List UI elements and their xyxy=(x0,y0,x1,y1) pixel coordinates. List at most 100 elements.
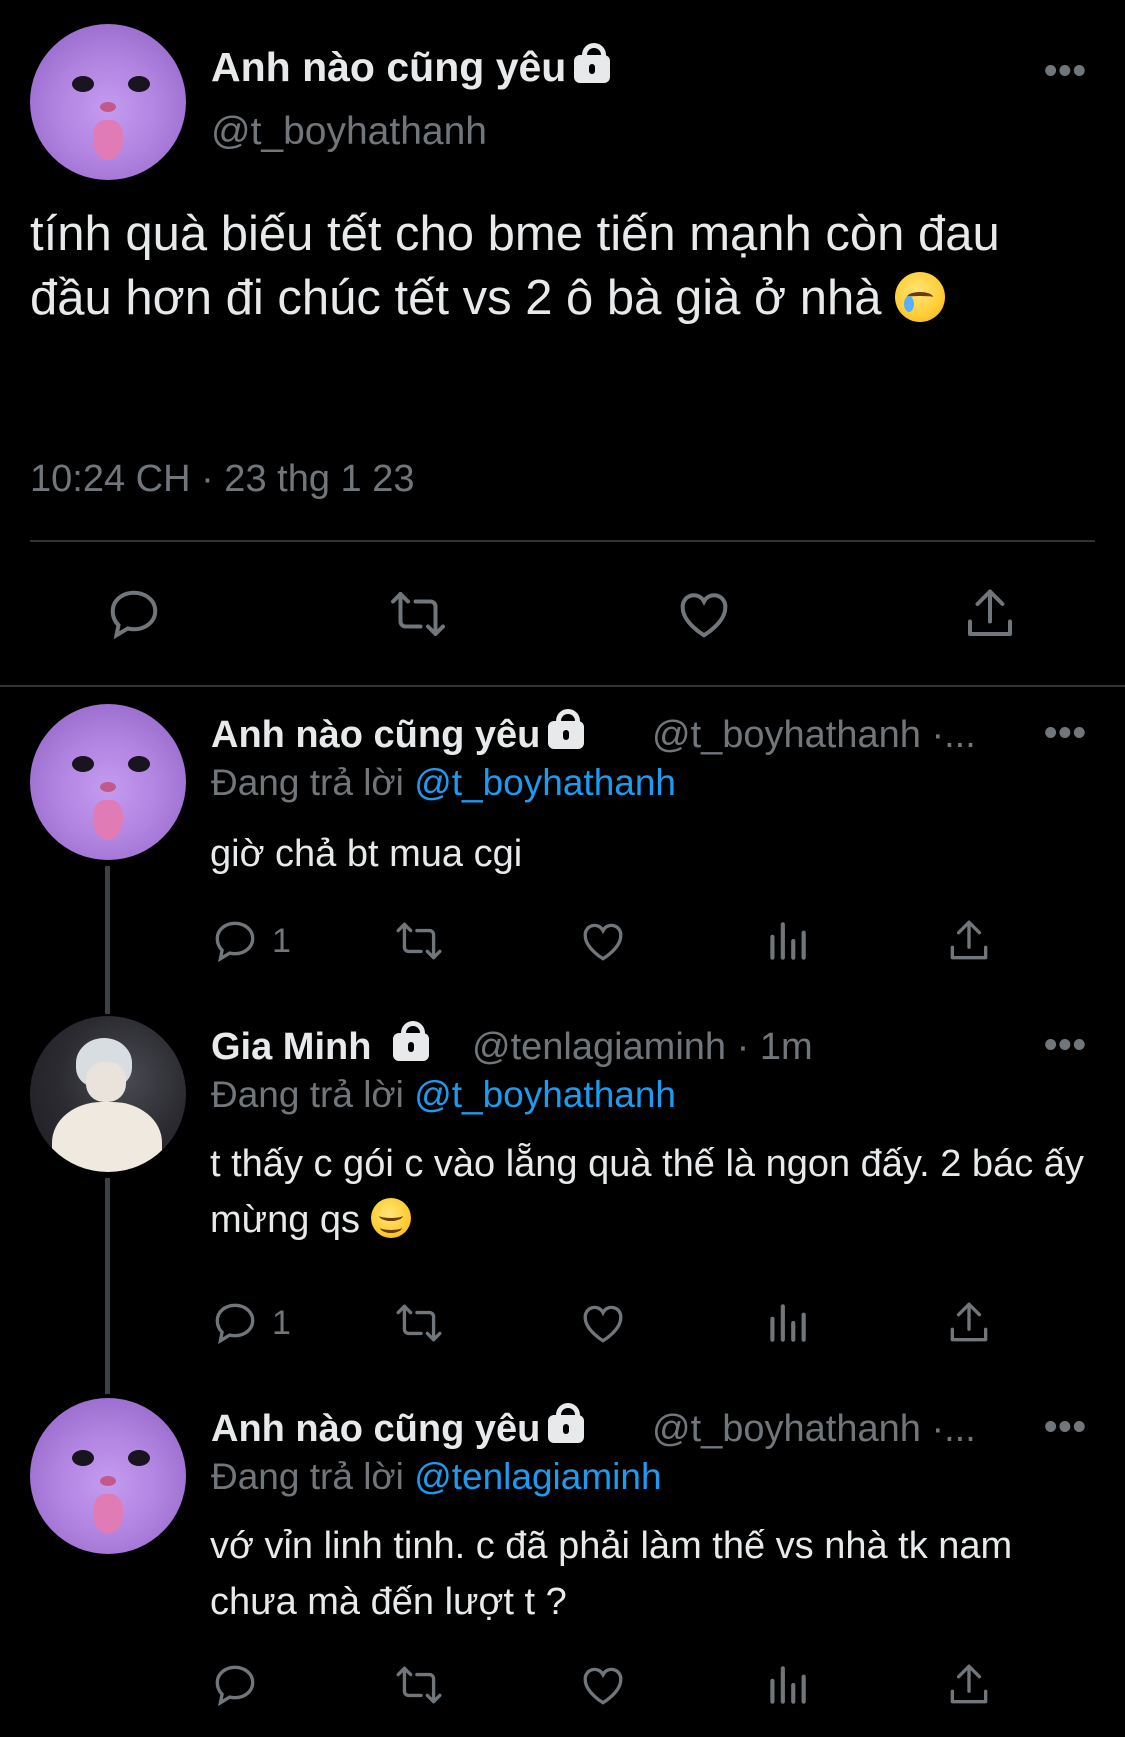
avatar-eye xyxy=(72,756,94,772)
reply-author-handle[interactable]: @tenlagiaminh · 1m xyxy=(472,1026,813,1069)
share-button[interactable] xyxy=(944,916,994,966)
share-button[interactable] xyxy=(960,584,1020,644)
author-name-text: Anh nào cũng yêu xyxy=(211,44,567,90)
divider xyxy=(0,685,1125,687)
share-button[interactable] xyxy=(944,1660,994,1710)
like-icon xyxy=(583,1667,623,1705)
retweet-button[interactable] xyxy=(386,584,450,644)
lock-icon xyxy=(574,43,611,83)
share-icon xyxy=(950,1302,988,1342)
analytics-icon xyxy=(770,922,806,960)
divider xyxy=(30,540,1095,542)
reply-author-handle[interactable]: @t_boyhathanh ·... xyxy=(652,714,976,757)
mention-link[interactable]: @t_boyhathanh xyxy=(414,762,676,803)
analytics-button[interactable] xyxy=(762,1298,812,1348)
reply-text: vớ vỉn linh tinh. c đã phải làm thế vs n… xyxy=(210,1525,1013,1623)
avatar-face xyxy=(86,1062,126,1102)
share-icon xyxy=(950,920,988,960)
retweet-icon xyxy=(396,1666,442,1704)
share-icon xyxy=(950,1664,988,1704)
lock-icon xyxy=(548,709,585,749)
analytics-button[interactable] xyxy=(762,1660,812,1710)
more-icon[interactable]: ••• xyxy=(1044,712,1087,755)
more-icon[interactable]: ••• xyxy=(1044,1406,1087,1449)
like-icon xyxy=(680,593,728,638)
reply-button[interactable] xyxy=(210,1660,272,1710)
reply-icon xyxy=(110,590,158,640)
reply-author-name-text: Gia Minh xyxy=(211,1026,372,1068)
thread-line xyxy=(105,866,110,1014)
mention-link[interactable]: @t_boyhathanh xyxy=(414,1074,676,1115)
replying-to: Đang trả lời @t_boyhathanh xyxy=(211,762,676,804)
analytics-icon xyxy=(770,1304,806,1342)
reply-author-name-text: Anh nào cũng yêu xyxy=(211,1408,541,1450)
reply-button[interactable] xyxy=(104,584,164,644)
avatar-tongue xyxy=(93,1494,123,1534)
lock-icon xyxy=(548,1403,585,1443)
thread-line xyxy=(105,1178,110,1394)
like-button[interactable] xyxy=(578,1660,628,1710)
reply-button[interactable]: 1 xyxy=(210,916,291,966)
reply-button[interactable]: 1 xyxy=(210,1298,291,1348)
avatar-eye xyxy=(72,76,94,92)
analytics-button[interactable] xyxy=(762,916,812,966)
reply-avatar[interactable] xyxy=(30,1398,186,1554)
retweet-button[interactable] xyxy=(392,1298,446,1348)
avatar-eye xyxy=(128,1450,150,1466)
reply-icon xyxy=(215,921,255,963)
reply-text: t thấy c gói c vào lẵng quà thế là ngon … xyxy=(210,1136,1090,1248)
reply-count: 1 xyxy=(272,1303,291,1342)
reply-author-name[interactable]: Anh nào cũng yêu xyxy=(211,1403,585,1451)
reply-text: giờ chả bt mua cgi xyxy=(210,833,523,875)
like-icon xyxy=(583,1305,623,1343)
like-button[interactable] xyxy=(578,916,628,966)
tweet-timestamp[interactable]: 10:24 CH · 23 thg 1 23 xyxy=(30,458,414,501)
retweet-button[interactable] xyxy=(392,1660,446,1710)
reply-author-name[interactable]: Gia Minh xyxy=(211,1021,430,1069)
like-button[interactable] xyxy=(674,584,734,644)
lock-icon xyxy=(393,1021,430,1061)
analytics-icon xyxy=(770,1666,806,1704)
reply-author-name[interactable]: Anh nào cũng yêu xyxy=(211,709,585,757)
reply-avatar[interactable] xyxy=(30,1016,186,1172)
reply-icon xyxy=(215,1303,255,1345)
retweet-icon xyxy=(396,1304,442,1342)
tweet-text: tính quà biếu tết cho bme tiến mạnh còn … xyxy=(30,202,1090,330)
more-icon[interactable]: ••• xyxy=(1044,1024,1087,1067)
avatar-nose xyxy=(100,1476,116,1486)
retweet-button[interactable] xyxy=(392,916,446,966)
author-name[interactable]: Anh nào cũng yêu xyxy=(211,43,611,91)
replying-to: Đang trả lời @t_boyhathanh xyxy=(211,1074,676,1116)
replying-to: Đang trả lời @tenlagiaminh xyxy=(211,1456,662,1498)
mention-link[interactable]: @tenlagiaminh xyxy=(414,1456,661,1497)
reply-icon xyxy=(215,1665,255,1707)
avatar-tongue xyxy=(93,800,123,840)
more-icon[interactable]: ••• xyxy=(1044,50,1087,93)
reply-author-name-text: Anh nào cũng yêu xyxy=(211,714,541,756)
replying-prefix: Đang trả lời xyxy=(211,1074,404,1115)
avatar-eye xyxy=(128,76,150,92)
smiling-face-emoji-icon xyxy=(370,1198,411,1238)
like-button[interactable] xyxy=(578,1298,628,1348)
author-avatar[interactable] xyxy=(30,24,186,180)
reply-text-content: t thấy c gói c vào lẵng quà thế là ngon … xyxy=(210,1143,1084,1241)
share-icon xyxy=(968,589,1012,636)
tweet-text-content: tính quà biếu tết cho bme tiến mạnh còn … xyxy=(30,207,1000,325)
retweet-icon xyxy=(396,922,442,960)
avatar-nose xyxy=(100,782,116,792)
avatar-tongue xyxy=(93,120,123,160)
retweet-icon xyxy=(391,592,445,636)
avatar-shirt xyxy=(52,1102,162,1172)
share-button[interactable] xyxy=(944,1298,994,1348)
author-handle[interactable]: @t_boyhathanh xyxy=(211,110,487,154)
avatar-nose xyxy=(100,102,116,112)
avatar-eye xyxy=(128,756,150,772)
reply-count: 1 xyxy=(272,921,291,960)
reply-author-handle[interactable]: @t_boyhathanh ·... xyxy=(652,1408,976,1451)
avatar-eye xyxy=(72,1450,94,1466)
replying-prefix: Đang trả lời xyxy=(211,1456,404,1497)
reply-avatar[interactable] xyxy=(30,704,186,860)
replying-prefix: Đang trả lời xyxy=(211,762,404,803)
tweet-thread-page: Anh nào cũng yêu @t_boyhathanh ••• tính … xyxy=(0,0,1125,1737)
like-icon xyxy=(583,923,623,961)
